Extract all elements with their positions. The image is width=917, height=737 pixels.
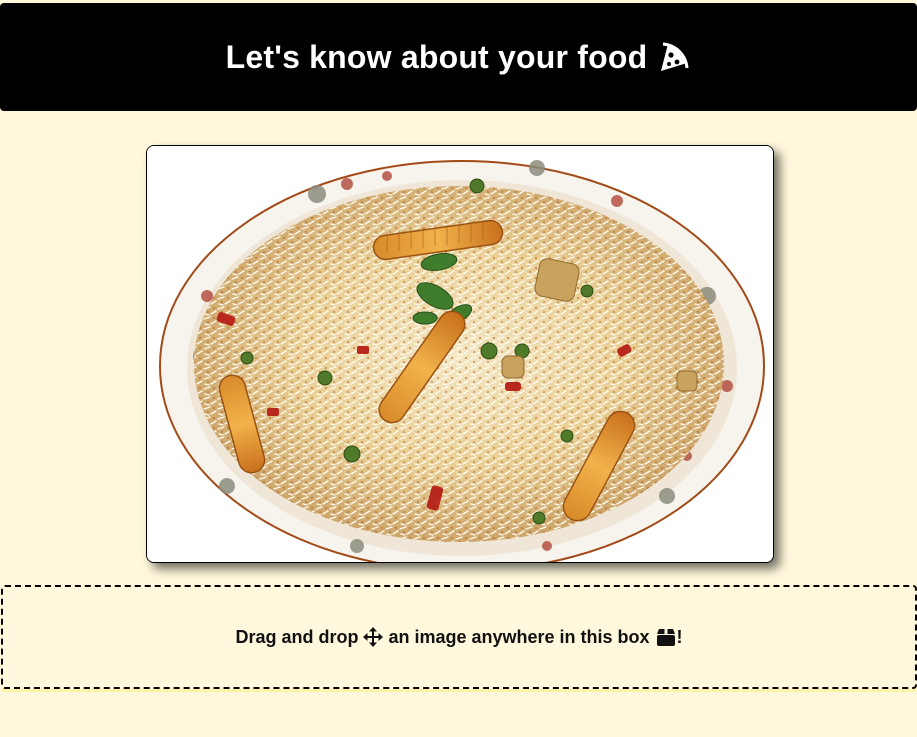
page: Let's know about your food Drag and drop… <box>0 0 917 737</box>
drop-zone-instructions: Drag and drop an image anywhere in this … <box>235 626 683 648</box>
image-drop-zone[interactable]: Drag and drop an image anywhere in this … <box>1 585 917 689</box>
biryani-plate-image <box>147 146 773 562</box>
pizza-slice-icon <box>657 40 691 74</box>
drop-text-start: Drag and drop <box>235 626 359 647</box>
box-icon <box>656 627 676 647</box>
page-title: Let's know about your food <box>225 38 648 75</box>
drop-text-end: ! <box>676 626 683 647</box>
page-header: Let's know about your food <box>0 3 917 111</box>
drop-text-middle: an image anywhere in this box <box>388 626 650 647</box>
arrows-move-icon <box>363 627 384 647</box>
food-photo <box>146 145 774 563</box>
